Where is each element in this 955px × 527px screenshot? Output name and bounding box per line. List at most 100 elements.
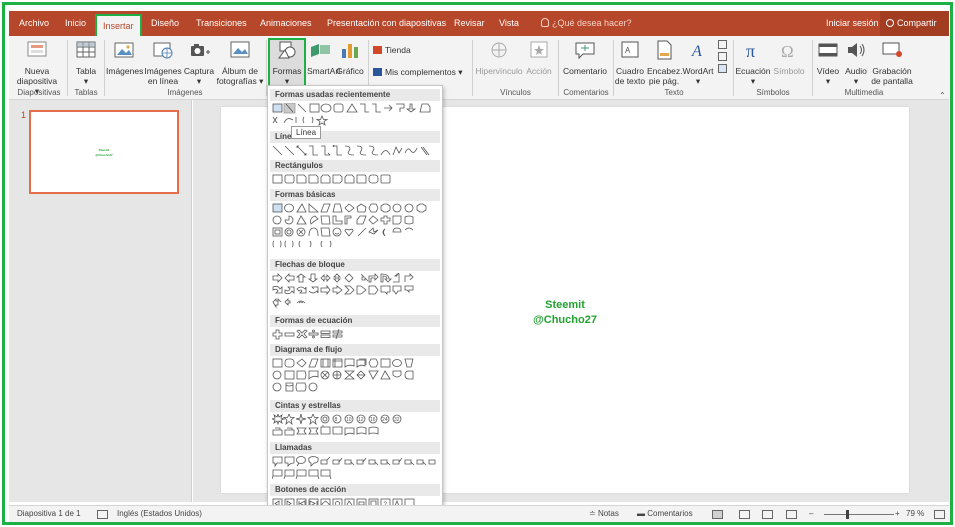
pictures-button[interactable]: Imágenes: [106, 39, 143, 76]
shapes-row-lines[interactable]: [272, 145, 440, 156]
app-window: Archivo Inicio Insertar Diseño Transicio…: [2, 2, 953, 525]
wordart-icon: A: [691, 43, 702, 60]
hyperlink-label: Hipervínculo: [475, 66, 523, 76]
table-button[interactable]: Tabla ▾: [71, 39, 101, 86]
text-box-label: Cuadro: [616, 66, 644, 76]
addins-caret: ▾: [458, 67, 463, 77]
video-caret: ▾: [825, 76, 831, 86]
shapes-label: Formas: [272, 66, 302, 76]
tab-presentacion[interactable]: Presentación con diapositivas: [327, 11, 446, 36]
action-button[interactable]: Acción: [524, 39, 554, 76]
zoom-out-button[interactable]: –: [809, 509, 813, 518]
slide-thumbnail[interactable]: Steemit @Chucho27: [29, 110, 179, 194]
camera-icon: [191, 44, 210, 56]
film-icon: [818, 43, 838, 57]
object-icon: [717, 64, 727, 73]
svg-text:A: A: [691, 43, 702, 60]
photo-album-icon: [230, 41, 250, 58]
video-button[interactable]: Vídeo ▾: [814, 39, 842, 86]
shapes-row-rectangles[interactable]: [272, 174, 440, 184]
my-addins-label: Mis complementos: [385, 67, 456, 77]
slide-number-icon: [717, 52, 727, 61]
text-small-tools[interactable]: [715, 39, 729, 73]
svg-text:A: A: [625, 46, 631, 55]
online-picture-icon: [153, 42, 173, 59]
shapes-icon: [278, 41, 296, 59]
status-bar: Diapositiva 1 de 1 Inglés (Estados Unido…: [9, 505, 949, 522]
screen-record-icon: [882, 42, 902, 57]
fit-to-window-icon[interactable]: [934, 510, 945, 519]
svg-text:8: 8: [335, 417, 338, 423]
store-button[interactable]: Tienda: [373, 45, 411, 55]
header-footer-button[interactable]: Encabez. pie pág.: [647, 39, 682, 86]
slide-sorter-icon[interactable]: [739, 510, 750, 519]
online-pictures-button[interactable]: Imágenes en línea: [144, 39, 182, 86]
screenshot-label: Captura: [183, 66, 215, 76]
tell-me-label: ¿Qué desea hacer?: [552, 18, 632, 28]
comments-button[interactable]: ▬ Comentarios: [637, 509, 693, 518]
shapes-row-flowchart[interactable]: [272, 358, 440, 392]
share-button[interactable]: Compartir: [880, 11, 949, 36]
wordart-label: WordArt: [682, 66, 714, 76]
svg-text:10: 10: [346, 417, 352, 423]
slideshow-view-icon[interactable]: [786, 510, 797, 519]
normal-view-icon[interactable]: [712, 510, 723, 519]
shape-tooltip: Línea: [291, 126, 322, 139]
text-box-icon: A: [621, 41, 639, 58]
shapes-row-recent[interactable]: [272, 103, 440, 126]
spelling-check-icon[interactable]: [97, 510, 108, 519]
svg-text:Ω: Ω: [781, 42, 794, 61]
equation-button[interactable]: π Ecuación ▾: [735, 39, 771, 86]
tab-vista[interactable]: Vista: [499, 11, 519, 36]
shapes-row-block-arrows[interactable]: [272, 273, 440, 309]
wordart-button[interactable]: A WordArt ▾: [681, 39, 715, 86]
photo-album-button[interactable]: Álbum de fotografías ▾: [216, 39, 264, 86]
sign-in-link[interactable]: Iniciar sesión: [826, 11, 879, 36]
zoom-slider[interactable]: [824, 514, 894, 515]
hyperlink-button[interactable]: Hipervínculo: [475, 39, 523, 76]
svg-text:16: 16: [370, 417, 376, 423]
action-star-icon: [530, 41, 548, 58]
audio-button[interactable]: Audio ▾: [842, 39, 870, 86]
symbol-label: Símbolo: [773, 66, 805, 76]
ribbon-insert: Nueva diapositiva ▾ Tabla ▾ Imágenes Imá…: [9, 36, 949, 100]
section-equation-shapes: Formas de ecuación: [270, 315, 440, 327]
tab-insertar[interactable]: Insertar: [95, 14, 142, 36]
shapes-row-basic[interactable]: [272, 203, 440, 248]
chart-label: Gráfico: [336, 66, 364, 76]
section-basic-shapes: Formas básicas: [270, 189, 440, 201]
text-box-button[interactable]: A Cuadro de texto: [614, 39, 646, 86]
section-recent-shapes: Formas usadas recientemente: [270, 89, 440, 101]
group-label-slides: Diapositivas: [17, 88, 61, 97]
shapes-row-callouts[interactable]: [272, 456, 440, 480]
collapse-ribbon-icon[interactable]: ⌃: [939, 91, 946, 100]
symbol-button[interactable]: Ω Símbolo: [772, 39, 806, 76]
zoom-in-button[interactable]: +: [895, 509, 900, 518]
tab-diseno[interactable]: Diseño: [151, 11, 179, 36]
comment-button[interactable]: Comentario: [560, 39, 610, 76]
zoom-level[interactable]: 79 %: [906, 509, 924, 518]
screenshot-caret: ▾: [196, 76, 202, 86]
screenshot-button[interactable]: Captura ▾: [182, 39, 216, 86]
my-addins-button[interactable]: Mis complementos ▾: [373, 67, 463, 78]
notes-label: Notas: [597, 509, 619, 518]
screen-recording-button[interactable]: Grabación de pantalla: [870, 39, 914, 86]
date-time-icon: [717, 40, 727, 49]
zoom-slider-thumb[interactable]: [846, 510, 849, 519]
comment-icon: [575, 42, 595, 60]
tab-transiciones[interactable]: Transiciones: [196, 11, 247, 36]
tab-animaciones[interactable]: Animaciones: [260, 11, 312, 36]
shapes-row-stars[interactable]: 8 10 12 16 24 32: [272, 414, 440, 436]
chart-button[interactable]: Gráfico: [335, 39, 365, 76]
smartart-button[interactable]: SmartArt: [307, 39, 341, 76]
shapes-row-equation[interactable]: [272, 329, 440, 340]
omega-icon: Ω: [781, 42, 794, 61]
reading-view-icon[interactable]: [762, 510, 773, 519]
tell-me-search[interactable]: ¿Qué desea hacer?: [541, 11, 632, 36]
tab-inicio[interactable]: Inicio: [65, 11, 86, 36]
notes-button[interactable]: ≐ Notas: [589, 509, 619, 518]
language-status[interactable]: Inglés (Estados Unidos): [117, 509, 202, 518]
tab-revisar[interactable]: Revisar: [454, 11, 485, 36]
shapes-button-content[interactable]: Formas ▾: [268, 39, 306, 86]
tab-archivo[interactable]: Archivo: [19, 11, 49, 36]
